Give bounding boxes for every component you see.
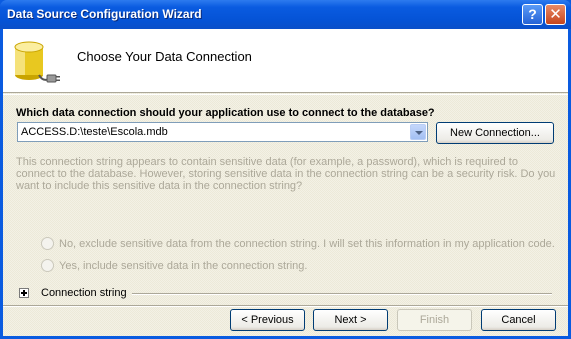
sensitive-data-info: This connection string appears to contai… — [16, 156, 556, 192]
include-sensitive-radio[interactable] — [41, 259, 54, 272]
page-title: Choose Your Data Connection — [77, 49, 252, 64]
finish-button[interactable]: Finish — [397, 309, 472, 331]
footer-divider — [3, 305, 568, 307]
wizard-header: Choose Your Data Connection — [3, 29, 568, 93]
cancel-button[interactable]: Cancel — [481, 309, 556, 331]
exclude-sensitive-label: No, exclude sensitive data from the conn… — [59, 238, 555, 250]
chevron-down-icon[interactable] — [410, 124, 426, 140]
title-bar[interactable]: Data Source Configuration Wizard ? ✕ — [0, 0, 571, 29]
database-connection-icon — [14, 41, 60, 83]
previous-button[interactable]: < Previous — [230, 309, 305, 331]
plus-icon[interactable] — [19, 288, 29, 298]
connection-select[interactable]: ACCESS.D:\teste\Escola.mdb — [17, 122, 428, 142]
wizard-window: Data Source Configuration Wizard ? ✕ Cho… — [0, 0, 571, 339]
wizard-body: Choose Your Data Connection Which data c… — [3, 29, 568, 336]
next-button[interactable]: Next > — [313, 309, 388, 331]
window-title: Data Source Configuration Wizard — [7, 7, 202, 21]
header-divider — [3, 94, 568, 95]
help-button[interactable]: ? — [522, 4, 543, 25]
new-connection-button[interactable]: New Connection... — [436, 122, 554, 144]
connection-string-divider — [132, 293, 552, 295]
connection-string-label[interactable]: Connection string — [41, 287, 127, 299]
connection-select-value: ACCESS.D:\teste\Escola.mdb — [21, 126, 168, 138]
include-sensitive-label: Yes, include sensitive data in the conne… — [59, 260, 308, 272]
exclude-sensitive-radio[interactable] — [41, 237, 54, 250]
close-button[interactable]: ✕ — [545, 4, 566, 25]
connection-question: Which data connection should your applic… — [16, 107, 435, 119]
